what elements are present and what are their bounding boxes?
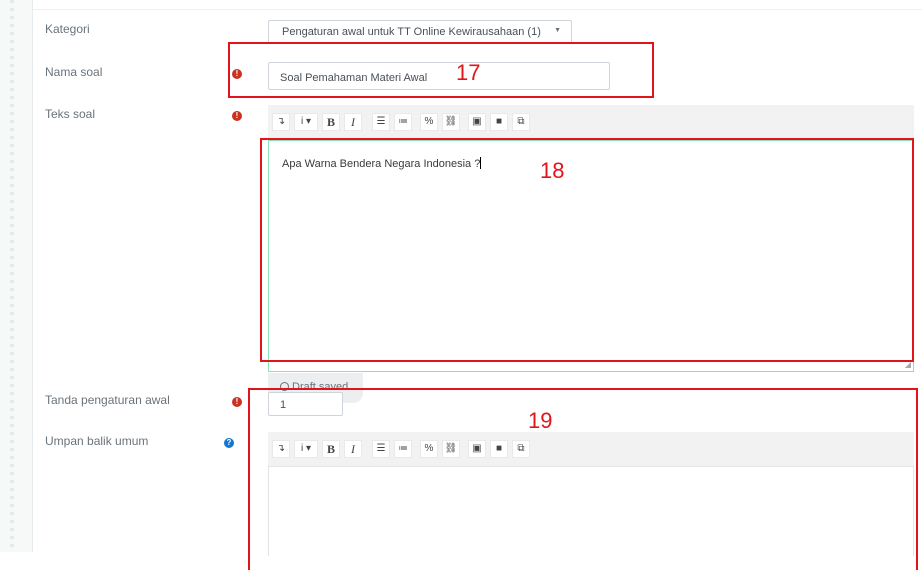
nama-soal-label: Nama soal [45, 65, 103, 79]
image-icon[interactable]: ▣ [468, 113, 486, 131]
umpan-balik-umum-label: Umpan balik umum [45, 434, 149, 448]
kategori-select[interactable]: Pengaturan awal untuk TT Online Kewiraus… [268, 20, 572, 44]
kategori-label: Kategori [45, 22, 90, 36]
ordered-list-icon[interactable]: ≔ [394, 113, 412, 131]
required-icon: ! [232, 111, 242, 121]
teks-soal-toolbar: ↴ i ▾ B I ☰ ≔ % ⛓ ▣ ■ ⧉ [268, 105, 914, 139]
annotation-box-18 [260, 138, 914, 362]
teks-soal-label: Teks soal [45, 107, 96, 121]
left-rail [0, 0, 33, 552]
unordered-list-icon[interactable]: ☰ [372, 113, 390, 131]
paragraph-styles-icon[interactable]: i ▾ [294, 113, 318, 131]
collapse-icon[interactable]: ↴ [272, 113, 290, 131]
annotation-box-19 [248, 388, 918, 570]
link-icon[interactable]: % [420, 113, 438, 131]
annotation-number-19: 19 [528, 408, 553, 433]
kategori-selected-value: Pengaturan awal untuk TT Online Kewiraus… [282, 26, 541, 38]
annotation-number-18: 18 [540, 158, 565, 183]
manage-files-icon[interactable]: ⧉ [512, 113, 530, 131]
unlink-icon[interactable]: ⛓ [442, 113, 460, 131]
tanda-pengaturan-awal-label: Tanda pengaturan awal [45, 393, 170, 407]
bold-icon[interactable]: B [322, 113, 340, 131]
annotation-number-17: 17 [456, 60, 481, 85]
help-icon[interactable]: ? [224, 438, 234, 448]
italic-icon[interactable]: I [344, 113, 362, 131]
media-icon[interactable]: ■ [490, 113, 508, 131]
annotation-box-17 [228, 42, 654, 98]
required-icon: ! [232, 397, 242, 407]
chevron-down-icon: ▼ [554, 27, 561, 34]
top-divider [33, 9, 922, 10]
